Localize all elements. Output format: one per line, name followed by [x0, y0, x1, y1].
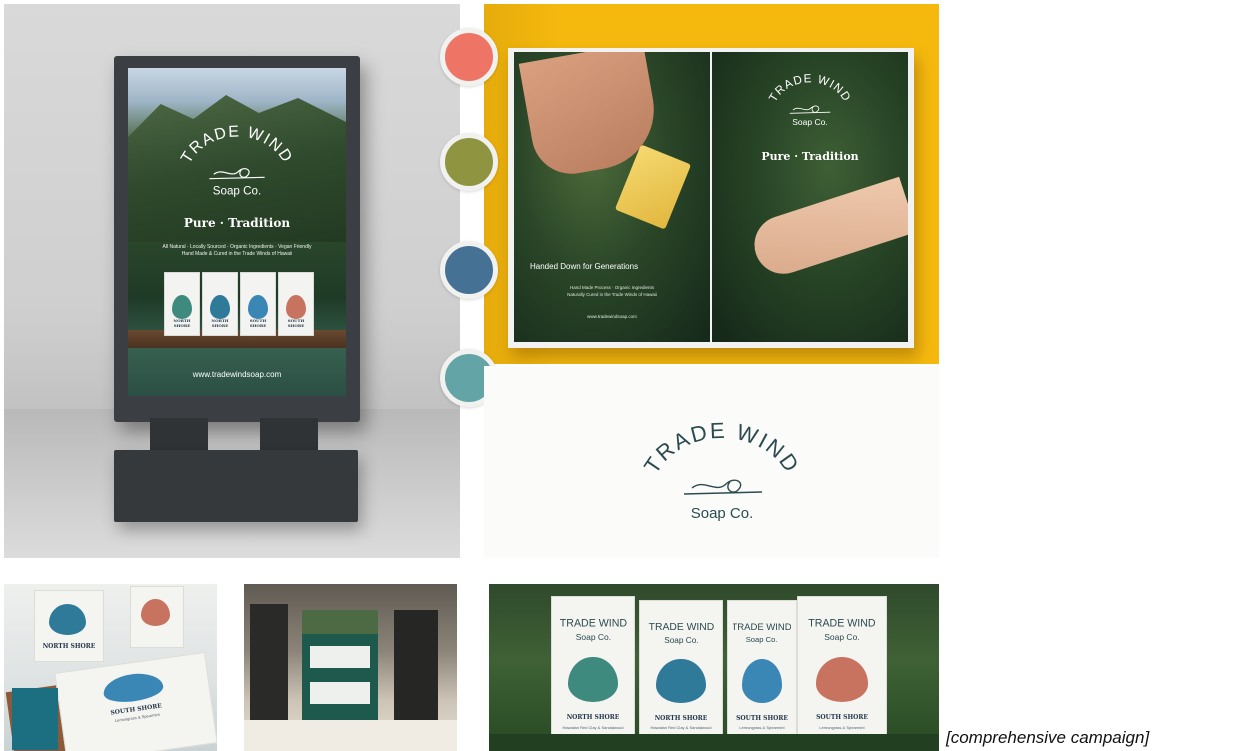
product-box: NORTH SHORE [202, 272, 238, 336]
product-box: TRADE WIND Soap Co. NORTH SHORE Hawaiian… [551, 596, 635, 748]
product-box: TRADE WIND Soap Co. NORTH SHORE Hawaiian… [639, 600, 723, 748]
svg-text:TRADE WIND: TRADE WIND [767, 72, 854, 104]
caption-text: [comprehensive campaign] [946, 728, 1150, 747]
magazine-left-page: Handed Down for Generations Hand Made Pr… [514, 52, 710, 342]
photo-open-soap-boxes: NORTH SHORE SOUTH SHORE Lemongrass & Spe… [4, 584, 217, 751]
magazine-headline: Pure · Tradition [761, 150, 859, 163]
billboard-subline-2: Hand Made & Cured in the Trade Winds of … [181, 251, 293, 257]
photo-product-lineup: TRADE WIND Soap Co. NORTH SHORE Hawaiian… [489, 584, 939, 751]
product-box: SOUTH SHORE [278, 272, 314, 336]
trade-wind-logo-icon: TRADE WIND Soap Co. [178, 123, 296, 198]
magazine-right-page: TRADE WIND Soap Co. Pure · Tradition [712, 52, 908, 342]
magazine-tagline: Handed Down for Generations [530, 262, 639, 271]
product-box [130, 586, 184, 648]
billboard-subline-1: All Natural · Locally Sourced · Organic … [162, 244, 312, 250]
trade-wind-logo-icon: TRADE WIND Soap Co. [559, 618, 627, 642]
trade-wind-logo-icon: TRADE WIND Soap Co. [648, 622, 714, 645]
photo-retail-display [244, 584, 457, 751]
display-shelf-products [310, 646, 370, 668]
mirror-right [394, 610, 438, 720]
svg-text:Soap Co.: Soap Co. [792, 117, 828, 127]
magazine-spread-mockup: Handed Down for Generations Hand Made Pr… [484, 4, 939, 364]
campaign-board: TRADE WIND Soap Co. Pure · Tradition All… [0, 0, 1244, 751]
svg-text:Soap Co.: Soap Co. [575, 632, 610, 642]
magazine-subline: Hand Made Process · Organic Ingredients … [530, 284, 694, 298]
leaf-icon [171, 294, 193, 320]
svg-text:TRADE WIND: TRADE WIND [559, 618, 627, 630]
trade-wind-logo-icon: TRADE WIND Soap Co. [767, 72, 854, 127]
product-box: NORTH SHORE [34, 590, 104, 662]
magazine-subline-2: Naturally Cured in the Trade Winds of Ha… [567, 292, 657, 297]
leaf-icon [48, 603, 86, 636]
color-swatch-coral [440, 28, 498, 86]
trade-wind-logo-icon: TRADE WIND Soap Co. [808, 618, 876, 642]
product-box: SOUTH SHORE [240, 272, 276, 336]
billboard-frame: TRADE WIND Soap Co. Pure · Tradition All… [114, 56, 360, 422]
svg-text:TRADE WIND: TRADE WIND [808, 618, 876, 630]
display-header [302, 610, 378, 636]
svg-text:Soap Co.: Soap Co. [824, 632, 859, 642]
billboard-product-row: NORTH SHORE NORTH SHORE SOUTH SHORE SOUT… [164, 272, 314, 336]
stand-leg [260, 418, 318, 452]
leaf-icon [741, 659, 783, 704]
leaf-icon [815, 657, 869, 702]
magazine-url: www.tradewindsoap.com [587, 314, 637, 319]
svg-text:Soap Co.: Soap Co. [691, 505, 754, 522]
leaf-icon [141, 599, 170, 626]
magazine: Handed Down for Generations Hand Made Pr… [508, 48, 914, 348]
svg-text:Soap Co.: Soap Co. [746, 635, 778, 644]
billboard-url: www.tradewindsoap.com [192, 370, 282, 379]
stand-leg [150, 418, 208, 452]
leaf-icon [101, 669, 165, 706]
swirl-icon [683, 479, 763, 495]
color-swatch-olive [440, 133, 498, 191]
svg-text:Soap Co.: Soap Co. [213, 185, 261, 198]
trade-wind-logo-icon: TRADE WIND Soap Co. [639, 418, 805, 522]
mirror-left [250, 604, 288, 724]
magazine-subline-1: Hand Made Process · Organic Ingredients [569, 285, 655, 290]
leaf-foreground [489, 734, 939, 751]
billboard-subline: All Natural · Locally Sourced · Organic … [138, 244, 336, 258]
svg-text:TRADE WIND: TRADE WIND [733, 622, 790, 633]
svg-text:TRADE WIND: TRADE WIND [648, 622, 714, 633]
product-box: SOUTH SHORE Lemongrass & Spearmint [54, 651, 217, 751]
svg-text:TRADE WIND: TRADE WIND [178, 123, 296, 166]
product-box: TRADE WIND Soap Co. SOUTH SHORE Lemongra… [727, 600, 797, 748]
leaf-icon [247, 294, 269, 320]
leaf-icon [656, 659, 706, 704]
svg-text:Soap Co.: Soap Co. [664, 636, 698, 645]
product-box: TRADE WIND Soap Co. SOUTH SHORE Lemongra… [797, 596, 887, 748]
leaf-icon [209, 294, 231, 320]
billboard-headline: Pure · Tradition [183, 216, 291, 230]
leaf-icon [568, 657, 618, 702]
teal-box-side [12, 688, 58, 750]
product-box: NORTH SHORE [164, 272, 200, 336]
child-hand-image [746, 176, 908, 282]
svg-text:TRADE WIND: TRADE WIND [639, 418, 805, 478]
billboard-mockup: TRADE WIND Soap Co. Pure · Tradition All… [4, 4, 460, 558]
counter [244, 720, 457, 751]
trade-wind-logo-icon: TRADE WIND Soap Co. [733, 622, 790, 644]
stand-base [114, 450, 358, 522]
color-swatch-blue [440, 241, 498, 299]
display-shelf-products [310, 682, 370, 704]
logo-panel: TRADE WIND Soap Co. [484, 366, 939, 558]
billboard-poster: TRADE WIND Soap Co. Pure · Tradition All… [128, 68, 346, 396]
leaf-icon [285, 294, 307, 320]
